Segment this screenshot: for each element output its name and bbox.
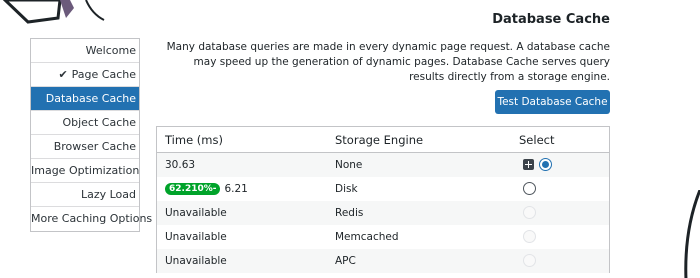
sidebar-item-label: Lazy Load — [80, 188, 136, 201]
engine-cell: None — [335, 159, 363, 171]
sidebar-item-more-caching-options[interactable]: More Caching Options — [31, 207, 152, 231]
time-cell: Unavailable — [165, 207, 227, 219]
description-text: Many database queries are made in every … — [166, 41, 610, 83]
table-row: Unavailable APC — [157, 249, 609, 273]
sidebar-item-database-cache[interactable]: Database Cache — [31, 87, 139, 111]
logo-graphic — [2, 0, 105, 24]
header-engine: Storage Engine — [335, 133, 424, 147]
radio-none[interactable] — [539, 158, 552, 171]
sidebar-item-label: Image Optimization — [31, 164, 140, 177]
time-cell: 30.63 — [165, 159, 196, 171]
table-header-row: Time (ms) Storage Engine Select — [157, 127, 609, 153]
table-row: Unavailable Memcached — [157, 225, 609, 249]
table-row: 30.63 None — [157, 153, 609, 177]
sidebar-item-object-cache[interactable]: Object Cache — [31, 111, 139, 135]
radio-memcached — [523, 230, 536, 243]
decorative-curve — [684, 190, 700, 278]
engine-cell: Disk — [335, 183, 358, 195]
check-icon: ✔ — [58, 68, 68, 81]
time-value: 6.21 — [224, 183, 248, 195]
sidebar-item-lazy-load[interactable]: Lazy Load — [31, 183, 139, 207]
header-time: Time (ms) — [165, 133, 223, 147]
sidebar-item-label: Object Cache — [62, 116, 136, 129]
sidebar-item-label: Welcome — [85, 44, 136, 57]
test-database-cache-button[interactable]: Test Database Cache — [495, 90, 610, 114]
engine-cell: Memcached — [335, 231, 399, 243]
table-row: Unavailable Redis — [157, 201, 609, 225]
engine-cell: APC — [335, 255, 356, 267]
page-title: Database Cache — [492, 12, 610, 27]
time-cell: Unavailable — [165, 255, 227, 267]
radio-apc — [523, 254, 536, 267]
sidebar-nav: Welcome ✔ Page Cache Database Cache Objec… — [30, 38, 152, 232]
sidebar-item-browser-cache[interactable]: Browser Cache — [31, 135, 139, 159]
sidebar-item-label: Database Cache — [45, 92, 136, 105]
table-row: 62.210%- 6.21 Disk — [157, 177, 609, 201]
sidebar-item-label: Browser Cache — [53, 140, 136, 153]
header-select: Select — [519, 133, 555, 147]
radio-disk[interactable] — [523, 182, 536, 195]
sidebar-item-label: Page Cache — [71, 68, 136, 81]
sidebar-item-page-cache[interactable]: ✔ Page Cache — [31, 63, 139, 87]
plus-square-icon — [523, 159, 534, 170]
sidebar-item-welcome[interactable]: Welcome — [31, 39, 139, 63]
storage-engine-table: Time (ms) Storage Engine Select 30.63 No… — [156, 126, 610, 273]
time-cell: 62.210%- 6.21 — [165, 177, 248, 201]
engine-cell: Redis — [335, 207, 364, 219]
sidebar-item-label: More Caching Options — [31, 212, 153, 225]
radio-redis — [523, 206, 536, 219]
time-cell: Unavailable — [165, 231, 227, 243]
sidebar-item-image-optimization[interactable]: Image Optimization — [31, 159, 139, 183]
speedup-badge: 62.210%- — [165, 183, 221, 195]
